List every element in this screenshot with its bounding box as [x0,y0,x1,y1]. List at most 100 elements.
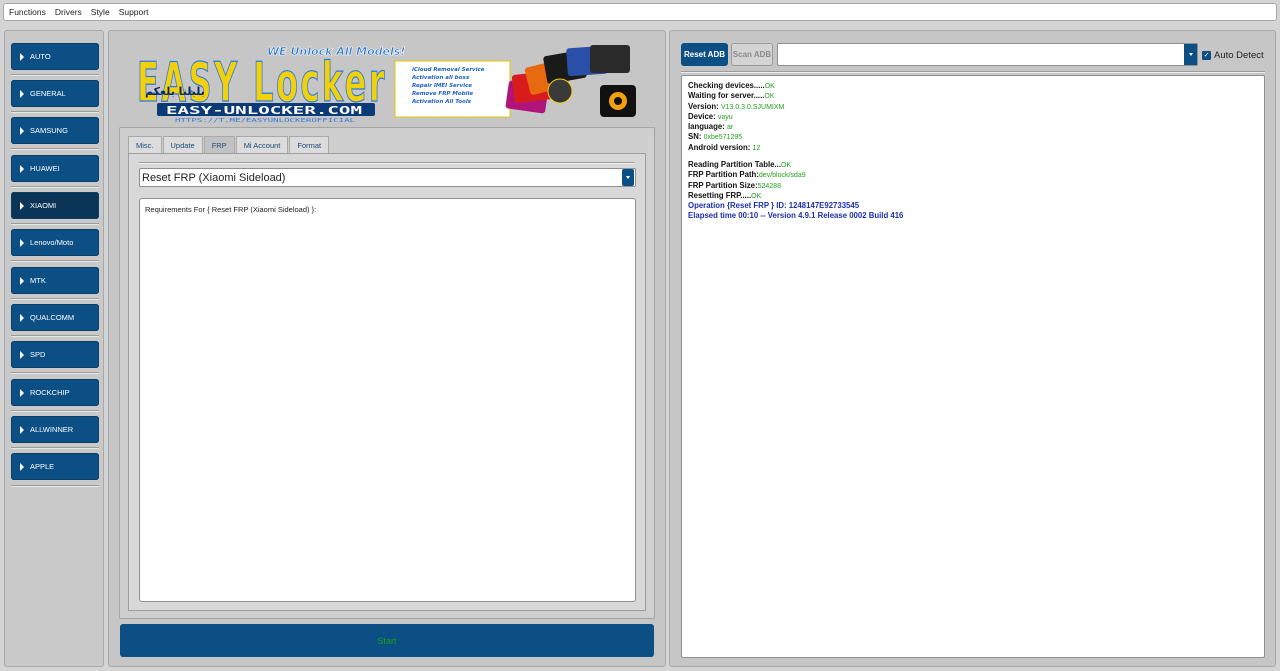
log-line: FRP Partition Size:524288 [688,181,1258,191]
sidebar-item-general[interactable]: GENERAL [11,80,99,107]
sidebar-divider [11,372,99,374]
sidebar-divider [11,335,99,337]
log-line: Android version: 12 [688,143,1258,153]
requirements-textarea[interactable]: Requirements For { Reset FRP (Xiaomi Sid… [139,198,636,602]
tab-misc[interactable]: Misc. [128,136,162,153]
checkbox-checked-icon[interactable]: ✓ [1202,50,1211,60]
log-value: OK [764,93,775,101]
log-output: Checking devices.....OK Waiting for serv… [681,75,1265,658]
log-line: language: ar [688,122,1258,132]
log-key: Waiting for server..... [688,91,765,101]
sidebar-item-xiaomi[interactable]: XIAOMI [11,192,99,219]
operation-select-value: Reset FRP (Xiaomi Sideload) [142,171,286,184]
log-line: Resetting FRP.....OK [688,191,1258,201]
sidebar-divider [11,74,99,76]
log-spacer [688,153,1258,160]
device-select-dropdown-button[interactable] [1184,44,1197,65]
log-value: OK [751,192,762,200]
log-key: Android version: [688,142,753,152]
tab-content-divider [139,162,635,164]
log-elapsed-line: Elapsed time 00:10 -- Version 4.9.1 Rele… [688,210,904,220]
sidebar-item-apple[interactable]: APPLE [11,453,99,480]
caret-right-icon [20,313,24,322]
log-panel: Reset ADB Scan ADB ✓ Auto Detect Checkin… [669,30,1276,667]
banner-cards-graphic [505,45,636,117]
banner-service-3: Repair IMEI Service [412,83,472,89]
sidebar-item-allwinner[interactable]: ALLWINNER [11,416,99,443]
sidebar-item-label: SPD [30,350,46,359]
log-line: Reading Partition Table...OK [688,160,1258,170]
log-key: SN: [688,132,704,142]
sidebar-item-lenovo-moto[interactable]: Lenovo/Moto [11,229,99,256]
sidebar-item-label: APPLE [30,462,55,471]
sidebar-divider [11,485,99,487]
log-value: 12 [752,144,761,152]
tab-frp[interactable]: FRP [203,136,235,153]
caret-right-icon [20,425,24,434]
tab-bar: Misc. Update FRP Mi Account Format [128,136,330,153]
tab-update[interactable]: Update [162,136,203,153]
sidebar-item-label: Lenovo/Moto [30,238,74,247]
operation-select[interactable]: Reset FRP (Xiaomi Sideload) [139,168,636,187]
reset-adb-button[interactable]: Reset ADB [681,43,728,66]
log-operation-line: Operation {Reset FRP } ID: 1248147E92733… [688,201,860,211]
log-value: OK [764,83,775,90]
sidebar-divider [11,148,99,150]
menu-functions[interactable]: Functions [9,7,46,17]
log-value: 524288 [757,182,781,190]
chevron-down-icon [626,176,630,179]
tab-mi-account[interactable]: Mi Account [235,136,289,153]
sidebar-item-qualcomm[interactable]: QUALCOMM [11,304,99,331]
sidebar-item-label: XIAOMI [30,201,57,210]
banner-service-1: iCloud Removal Service [412,67,485,73]
menu-support[interactable]: Support [119,7,149,17]
menu-style[interactable]: Style [91,7,110,17]
sidebar-item-label: MTK [30,276,46,285]
caret-right-icon [20,126,24,135]
log-line: Checking devices.....OK [688,81,1258,91]
tab-format[interactable]: Format [289,136,330,153]
scan-adb-button[interactable]: Scan ADB [731,43,773,66]
log-line: FRP Partition Path:dev/block/sda9 [688,170,1258,180]
auto-detect-checkbox[interactable]: ✓ Auto Detect [1202,48,1264,62]
sidebar-divider [11,223,99,225]
sidebar-divider [11,260,99,262]
auto-detect-label: Auto Detect [1214,49,1264,61]
caret-right-icon [20,238,24,247]
sidebar-item-label: AUTO [30,52,51,61]
log-divider [681,71,1265,73]
menu-drivers[interactable]: Drivers [55,7,82,17]
requirements-text: Requirements For { Reset FRP (Xiaomi Sid… [145,205,317,214]
sidebar-divider [11,186,99,188]
log-line: Device: vayu [688,112,1258,122]
log-key: language: [688,122,727,132]
sidebar-item-mtk[interactable]: MTK [11,267,99,294]
log-line: Version: V13.0.3.0.SJUMIXM [688,102,1258,112]
sidebar-divider [11,447,99,449]
log-key: Reading Partition Table... [688,160,781,170]
easy-locker-banner: WE Unlock All Models! EASY Locker بلبلنا… [136,45,636,124]
sidebar-item-spd[interactable]: SPD [11,341,99,368]
start-button[interactable]: Start [120,624,654,657]
caret-right-icon [20,350,24,359]
log-key: FRP Partition Size: [688,180,758,190]
log-line: SN: 0xbe571295 [688,132,1258,142]
sidebar-item-label: GENERAL [30,89,66,98]
operation-tabs: Misc. Update FRP Mi Account Format Reset… [119,127,655,619]
sidebar-item-huawei[interactable]: HUAWEI [11,155,99,182]
log-value: dev/block/sda9 [758,172,806,180]
sidebar-item-rockchip[interactable]: ROCKCHIP [11,379,99,406]
operations-panel: WE Unlock All Models! EASY Locker بلبلنا… [108,30,666,667]
device-select[interactable] [777,43,1198,66]
sidebar-item-label: HUAWEI [30,164,60,173]
log-line: Waiting for server.....OK [688,91,1258,101]
sidebar-divider [11,111,99,113]
sidebar-item-samsung[interactable]: SAMSUNG [11,117,99,144]
log-key: Resetting FRP..... [688,190,752,200]
tab-content-frp: Reset FRP (Xiaomi Sideload) Requirements… [128,153,646,611]
banner-service-5: Activation All Tools [411,99,472,105]
banner-sub-url: HTTPS://T.ME/EASYUNLOCKEROFFICIAL [175,118,355,124]
operation-select-dropdown-button[interactable] [622,169,634,186]
sidebar-item-label: QUALCOMM [30,313,75,322]
sidebar-item-auto[interactable]: AUTO [11,43,99,70]
